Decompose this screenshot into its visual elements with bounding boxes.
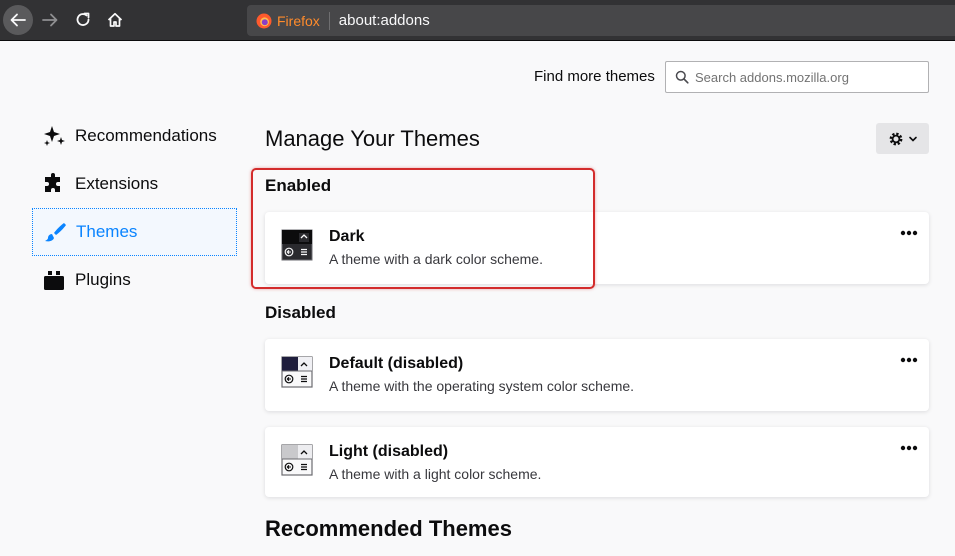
default-theme-icon <box>281 356 313 388</box>
url-bar[interactable]: Firefox about:addons <box>247 5 955 36</box>
chevron-down-icon <box>909 136 917 142</box>
enabled-heading: Enabled <box>265 176 332 195</box>
gear-icon <box>889 132 903 145</box>
light-theme-icon <box>281 444 313 476</box>
sidebar-item-extensions[interactable]: Extensions <box>32 160 237 208</box>
browser-toolbar: Firefox about:addons <box>0 0 955 41</box>
sidebar-item-label: Themes <box>76 222 138 241</box>
page-title: Manage Your Themes <box>265 126 480 151</box>
theme-description: A theme with the operating system color … <box>329 378 635 394</box>
reload-button[interactable] <box>68 5 98 35</box>
theme-name: Default (disabled) <box>329 355 464 372</box>
plugin-icon <box>41 267 67 293</box>
search-icon <box>675 70 689 84</box>
search-addons-box[interactable] <box>665 61 929 93</box>
url-divider <box>328 11 330 30</box>
identity-label: Firefox <box>277 12 320 29</box>
home-icon <box>107 12 123 27</box>
search-input[interactable] <box>695 69 915 85</box>
brush-icon <box>42 219 68 245</box>
sidebar-item-label: Recommendations <box>75 126 217 145</box>
ellipsis-icon <box>900 445 918 451</box>
recommended-themes-heading: Recommended Themes <box>265 516 512 541</box>
puzzle-icon <box>41 171 67 197</box>
theme-card-default[interactable]: Default (disabled) A theme with the oper… <box>265 339 929 411</box>
disabled-heading: Disabled <box>265 303 336 322</box>
ellipsis-icon <box>900 230 918 236</box>
theme-card-light[interactable]: Light (disabled) A theme with a light co… <box>265 427 929 497</box>
more-options-button[interactable] <box>899 352 919 368</box>
sparkle-icon <box>41 123 67 149</box>
firefox-logo-icon <box>256 13 272 28</box>
sidebar-item-plugins[interactable]: Plugins <box>32 256 237 304</box>
forward-button[interactable] <box>35 5 65 35</box>
theme-description: A theme with a dark color scheme. <box>329 251 543 267</box>
url-text[interactable]: about:addons <box>339 12 430 29</box>
ellipsis-icon <box>900 357 918 363</box>
arrow-right-icon <box>42 13 58 27</box>
theme-name: Dark <box>329 228 365 245</box>
sidebar-item-themes[interactable]: Themes <box>32 208 237 256</box>
theme-card-dark[interactable]: Dark A theme with a dark color scheme. <box>265 212 929 284</box>
more-options-button[interactable] <box>899 440 919 456</box>
sidebar-item-label: Extensions <box>75 174 159 193</box>
sidebar-item-label: Plugins <box>75 270 131 289</box>
find-more-label: Find more themes <box>534 68 655 85</box>
more-options-button[interactable] <box>899 225 919 241</box>
dark-theme-icon <box>281 229 313 261</box>
theme-description: A theme with a light color scheme. <box>329 466 542 482</box>
theme-name: Light (disabled) <box>329 443 449 460</box>
back-button[interactable] <box>3 5 33 35</box>
reload-icon <box>76 12 90 26</box>
tools-menu-button[interactable] <box>876 123 929 154</box>
sidebar-item-recommendations[interactable]: Recommendations <box>32 112 237 160</box>
home-button[interactable] <box>100 5 130 35</box>
arrow-left-icon <box>10 13 26 27</box>
